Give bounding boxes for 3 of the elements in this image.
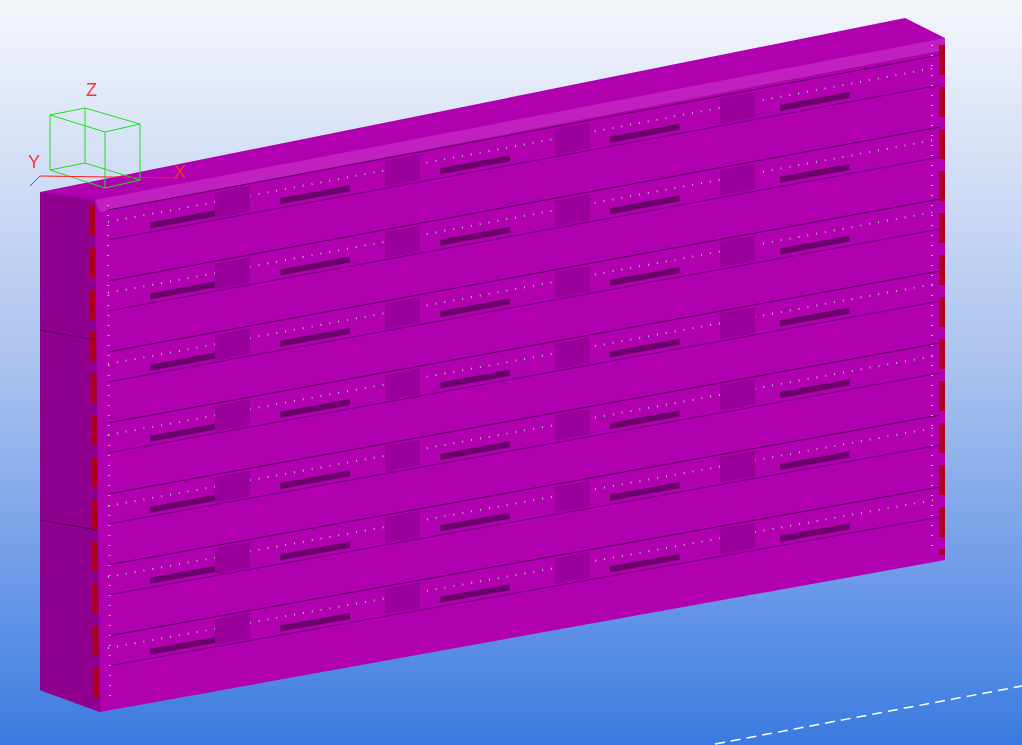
- axis-label: X: [174, 162, 186, 182]
- axis-label: Z: [86, 80, 97, 100]
- axis-label: Y: [28, 152, 40, 172]
